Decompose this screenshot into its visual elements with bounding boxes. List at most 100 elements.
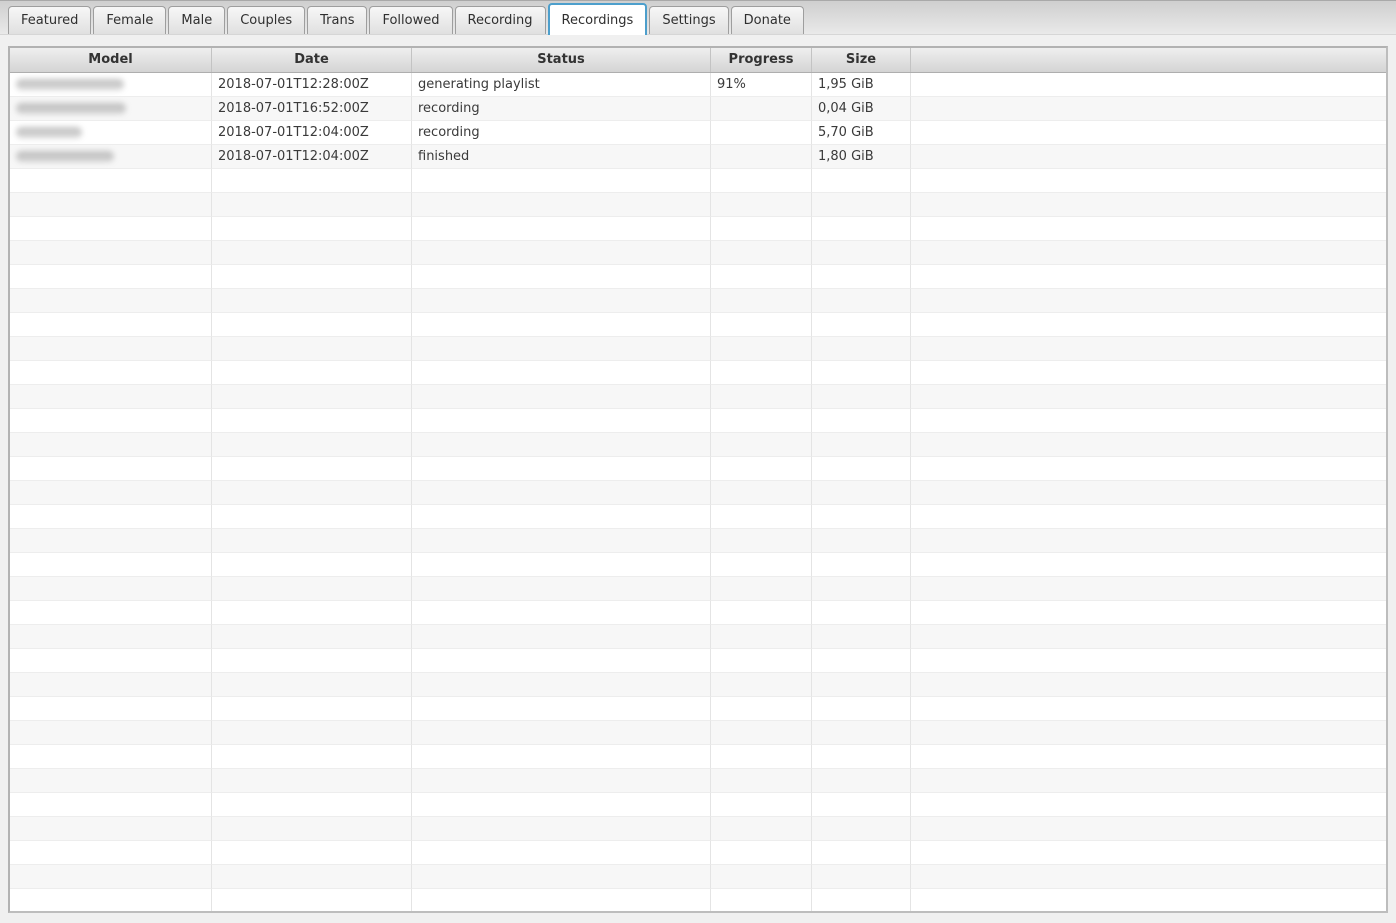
cell-status [412, 505, 711, 529]
cell-size [812, 625, 911, 649]
column-header-status[interactable]: Status [412, 48, 711, 72]
column-header-model[interactable]: Model [10, 48, 212, 72]
cell-status [412, 433, 711, 457]
cell-size [812, 313, 911, 337]
cell-size [812, 289, 911, 313]
column-header-date[interactable]: Date [212, 48, 412, 72]
cell-progress [711, 553, 812, 577]
cell-progress [711, 337, 812, 361]
cell-progress [711, 577, 812, 601]
table-row[interactable]: 2018-07-01T16:52:00Zrecording0,04 GiB [10, 97, 1386, 121]
cell-date [212, 697, 412, 721]
cell-model [10, 841, 212, 865]
cell-status [412, 193, 711, 217]
cell-date [212, 169, 412, 193]
cell-model [10, 97, 212, 121]
cell-progress [711, 313, 812, 337]
table-row-empty [10, 169, 1386, 193]
cell-filler [911, 865, 1386, 889]
redacted-model-name [16, 103, 126, 114]
cell-size [812, 169, 911, 193]
cell-model [10, 481, 212, 505]
cell-model [10, 649, 212, 673]
cell-progress [711, 505, 812, 529]
cell-status: finished [412, 145, 711, 169]
cell-status [412, 673, 711, 697]
cell-size [812, 217, 911, 241]
table-row-empty [10, 193, 1386, 217]
column-header-size[interactable]: Size [812, 48, 911, 72]
cell-size: 0,04 GiB [812, 97, 911, 121]
cell-filler [911, 553, 1386, 577]
cell-progress [711, 601, 812, 625]
tab-recording[interactable]: Recording [455, 6, 546, 34]
cell-size [812, 673, 911, 697]
cell-date [212, 457, 412, 481]
cell-model [10, 433, 212, 457]
cell-model [10, 745, 212, 769]
cell-filler [911, 337, 1386, 361]
cell-model [10, 265, 212, 289]
cell-status [412, 529, 711, 553]
cell-filler [911, 457, 1386, 481]
cell-size [812, 385, 911, 409]
cell-filler [911, 193, 1386, 217]
table-body: 2018-07-01T12:28:00Zgenerating playlist9… [10, 73, 1386, 913]
cell-size [812, 865, 911, 889]
table-row-empty [10, 697, 1386, 721]
tab-donate[interactable]: Donate [731, 6, 804, 34]
table-row-empty [10, 385, 1386, 409]
tab-followed[interactable]: Followed [369, 6, 452, 34]
cell-status [412, 889, 711, 913]
cell-size [812, 817, 911, 841]
column-header-progress[interactable]: Progress [711, 48, 812, 72]
table-row[interactable]: 2018-07-01T12:04:00Zrecording5,70 GiB [10, 121, 1386, 145]
tab-featured[interactable]: Featured [8, 6, 91, 34]
table-row-empty [10, 337, 1386, 361]
cell-date [212, 625, 412, 649]
table-row[interactable]: 2018-07-01T12:28:00Zgenerating playlist9… [10, 73, 1386, 97]
cell-status [412, 361, 711, 385]
tab-couples[interactable]: Couples [227, 6, 305, 34]
table-row[interactable]: 2018-07-01T12:04:00Zfinished1,80 GiB [10, 145, 1386, 169]
table-row-empty [10, 817, 1386, 841]
cell-date [212, 361, 412, 385]
tab-trans[interactable]: Trans [307, 6, 367, 34]
cell-model [10, 121, 212, 145]
cell-filler [911, 385, 1386, 409]
table-row-empty [10, 793, 1386, 817]
cell-filler [911, 361, 1386, 385]
cell-model [10, 529, 212, 553]
table-row-empty [10, 241, 1386, 265]
table-row-empty [10, 721, 1386, 745]
cell-size [812, 529, 911, 553]
cell-progress: 91% [711, 73, 812, 97]
cell-filler [911, 697, 1386, 721]
cell-model [10, 697, 212, 721]
cell-filler [911, 481, 1386, 505]
cell-date [212, 409, 412, 433]
tab-male[interactable]: Male [168, 6, 225, 34]
tab-female[interactable]: Female [93, 6, 166, 34]
tab-recordings[interactable]: Recordings [548, 3, 648, 35]
tab-settings[interactable]: Settings [649, 6, 728, 34]
cell-progress [711, 769, 812, 793]
table-row-empty [10, 769, 1386, 793]
cell-progress [711, 721, 812, 745]
table-row-empty [10, 553, 1386, 577]
cell-status [412, 601, 711, 625]
cell-progress [711, 265, 812, 289]
cell-model [10, 409, 212, 433]
cell-filler [911, 745, 1386, 769]
cell-date [212, 577, 412, 601]
cell-date [212, 433, 412, 457]
cell-filler [911, 841, 1386, 865]
cell-status [412, 793, 711, 817]
cell-model [10, 601, 212, 625]
cell-status: generating playlist [412, 73, 711, 97]
cell-date: 2018-07-01T16:52:00Z [212, 97, 412, 121]
cell-size [812, 793, 911, 817]
cell-date [212, 505, 412, 529]
cell-status [412, 289, 711, 313]
cell-date [212, 745, 412, 769]
